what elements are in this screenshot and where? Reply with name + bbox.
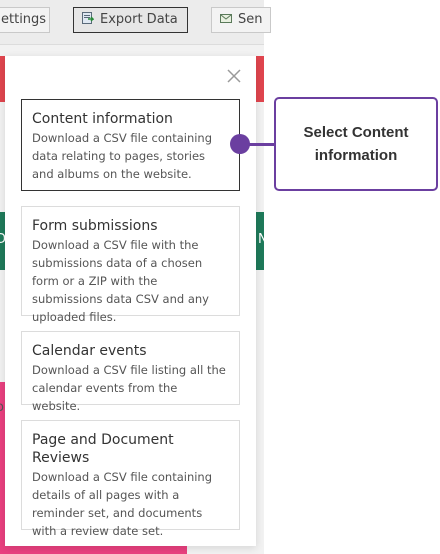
option-title: Page and Document Reviews xyxy=(32,432,174,466)
background-red-stripe-right xyxy=(256,56,264,102)
settings-button-label: ettings xyxy=(1,12,47,27)
toolbar: ettings Export Data Sen xyxy=(0,0,271,45)
option-content-information[interactable]: Content information Download a CSV file … xyxy=(21,99,240,191)
option-calendar-events[interactable]: Calendar events Download a CSV file list… xyxy=(21,331,240,413)
option-description: Download a CSV file containing data rela… xyxy=(32,131,213,181)
settings-button[interactable]: ettings xyxy=(0,7,50,33)
callout-box: Select Content information xyxy=(274,97,438,191)
export-icon xyxy=(82,9,95,24)
option-title: Content information xyxy=(32,111,173,127)
export-data-label: Export Data xyxy=(100,12,178,27)
send-button-label: Sen xyxy=(238,12,263,27)
option-description: Download a CSV file containing details o… xyxy=(32,470,213,538)
export-data-button[interactable]: Export Data xyxy=(73,7,188,33)
background-green-stripe-right: N xyxy=(256,212,268,270)
send-icon xyxy=(220,9,232,23)
option-title: Form submissions xyxy=(32,218,158,234)
callout-text: Select Content information xyxy=(303,124,409,164)
close-icon[interactable] xyxy=(224,66,244,86)
option-page-and-document-reviews[interactable]: Page and Document Reviews Download a CSV… xyxy=(21,420,240,538)
option-form-submissions[interactable]: Form submissions Download a CSV file wit… xyxy=(21,206,240,324)
edge-text-right: N xyxy=(258,232,268,247)
callout-marker-dot xyxy=(230,134,250,154)
send-button[interactable]: Sen xyxy=(211,7,271,33)
option-description: Download a CSV file listing all the cale… xyxy=(32,363,226,413)
option-description: Download a CSV file with the submissions… xyxy=(32,238,209,324)
edge-text-pink: o xyxy=(0,400,4,415)
option-title: Calendar events xyxy=(32,343,147,359)
